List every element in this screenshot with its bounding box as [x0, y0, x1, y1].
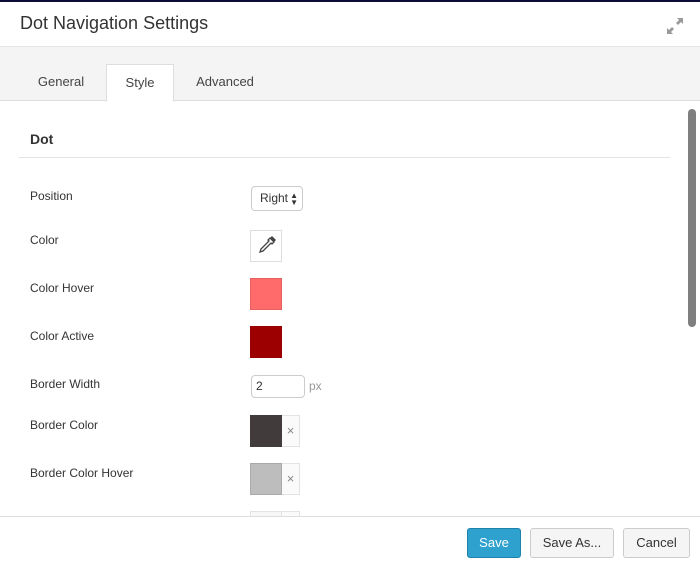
border-color-swatch[interactable]	[250, 415, 282, 447]
color-active-label: Color Active	[30, 329, 95, 343]
dialog-title: Dot Navigation Settings	[20, 13, 209, 33]
section-divider	[19, 157, 670, 158]
color-hover-swatch[interactable]	[250, 278, 282, 310]
dialog-footer: Save Save As... Cancel	[0, 516, 700, 567]
settings-panel: Dot Position Right ▲ ▼ Color Color Hover …	[0, 101, 700, 516]
color-label: Color	[30, 233, 59, 247]
border-width-label: Border Width	[30, 377, 101, 391]
eyedropper-icon	[258, 236, 276, 254]
color-active-swatch[interactable]	[250, 326, 282, 358]
border-color-label: Border Color	[30, 418, 99, 432]
tab-general[interactable]: General	[20, 64, 102, 101]
color-picker-button[interactable]	[250, 230, 282, 262]
border-width-unit: px	[309, 379, 322, 393]
cancel-button[interactable]: Cancel	[623, 528, 690, 558]
border-color-hover-clear-button[interactable]: ×	[282, 463, 300, 495]
color-hover-label: Color Hover	[30, 281, 95, 295]
border-color-hover-label: Border Color Hover	[30, 466, 134, 480]
dialog-header: Dot Navigation Settings	[0, 2, 700, 47]
tab-style[interactable]: Style	[106, 64, 174, 102]
scrollbar-thumb[interactable]	[688, 109, 696, 327]
save-as-button[interactable]: Save As...	[530, 528, 614, 558]
tab-advanced[interactable]: Advanced	[184, 64, 266, 101]
border-color-hover-swatch[interactable]	[250, 463, 282, 495]
position-value: Right	[260, 191, 289, 205]
section-title: Dot	[30, 131, 54, 147]
tab-bar: General Style Advanced	[0, 47, 700, 102]
save-button[interactable]: Save	[467, 528, 521, 558]
position-label: Position	[30, 189, 73, 203]
border-color-clear-button[interactable]: ×	[282, 415, 300, 447]
expand-arrows-icon[interactable]	[666, 17, 684, 35]
position-select[interactable]: Right ▲ ▼	[251, 186, 303, 211]
select-arrows-icon: ▲ ▼	[290, 191, 298, 207]
border-width-input[interactable]: 2	[251, 375, 305, 398]
